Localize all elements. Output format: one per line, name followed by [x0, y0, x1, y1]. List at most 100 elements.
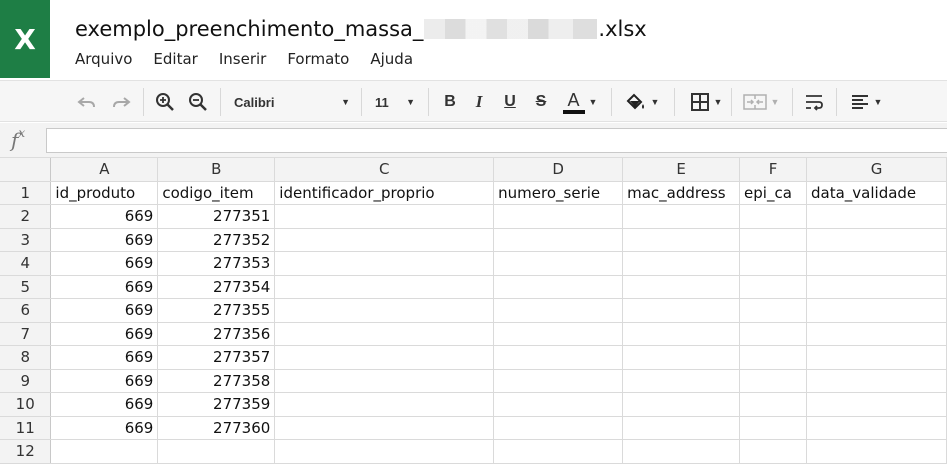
- cell[interactable]: [806, 228, 947, 252]
- cell[interactable]: 669: [50, 228, 159, 252]
- cell[interactable]: [739, 369, 807, 393]
- cell[interactable]: [493, 251, 624, 276]
- cell[interactable]: [493, 298, 624, 323]
- cell[interactable]: [274, 439, 495, 464]
- cell[interactable]: [622, 228, 741, 252]
- cell[interactable]: 669: [50, 322, 159, 346]
- column-header-f[interactable]: F: [739, 158, 807, 182]
- cell[interactable]: 277353: [157, 251, 276, 276]
- bold-button[interactable]: B: [440, 89, 460, 115]
- cell[interactable]: [739, 204, 807, 229]
- row-header[interactable]: 4: [0, 251, 52, 276]
- cell[interactable]: [806, 204, 947, 229]
- cell[interactable]: [493, 416, 624, 440]
- row-header[interactable]: 1: [0, 181, 52, 205]
- cell[interactable]: [493, 275, 624, 299]
- row-header[interactable]: 11: [0, 416, 52, 440]
- cell[interactable]: [622, 345, 741, 370]
- menu-item-formato[interactable]: Formato: [287, 50, 349, 70]
- underline-button[interactable]: U: [500, 89, 520, 115]
- cell[interactable]: [274, 322, 495, 346]
- cell[interactable]: [806, 298, 947, 323]
- column-header-b[interactable]: B: [157, 158, 276, 182]
- cell[interactable]: [157, 439, 276, 464]
- cell[interactable]: 669: [50, 251, 159, 276]
- zoom-out-button[interactable]: [186, 89, 210, 115]
- row-header[interactable]: 5: [0, 275, 52, 299]
- cell[interactable]: 277356: [157, 322, 276, 346]
- cell[interactable]: 669: [50, 345, 159, 370]
- menu-item-editar[interactable]: Editar: [153, 50, 197, 70]
- cell[interactable]: 669: [50, 416, 159, 440]
- row-header[interactable]: 3: [0, 228, 52, 252]
- cell[interactable]: [274, 298, 495, 323]
- header-cell[interactable]: numero_serie: [493, 181, 624, 205]
- italic-button[interactable]: I: [469, 89, 489, 115]
- cell[interactable]: [622, 392, 741, 417]
- header-cell[interactable]: identificador_proprio: [274, 181, 495, 205]
- cell[interactable]: [274, 204, 495, 229]
- cell[interactable]: 277352: [157, 228, 276, 252]
- font-family-dropdown[interactable]: Calibri ▼: [234, 89, 350, 115]
- cell[interactable]: [622, 275, 741, 299]
- cell[interactable]: [739, 439, 807, 464]
- column-header-a[interactable]: A: [50, 158, 159, 182]
- cell[interactable]: 669: [50, 298, 159, 323]
- cell[interactable]: [739, 345, 807, 370]
- cell[interactable]: [806, 251, 947, 276]
- cell[interactable]: [806, 322, 947, 346]
- cell[interactable]: [622, 322, 741, 346]
- row-header[interactable]: 9: [0, 369, 52, 393]
- column-header-c[interactable]: C: [274, 158, 495, 182]
- cell[interactable]: [622, 298, 741, 323]
- cell[interactable]: [739, 275, 807, 299]
- cell[interactable]: [739, 416, 807, 440]
- wrap-text-button[interactable]: [802, 89, 826, 115]
- zoom-in-button[interactable]: [153, 89, 177, 115]
- cell[interactable]: 277351: [157, 204, 276, 229]
- cell[interactable]: [806, 392, 947, 417]
- text-color-dropdown[interactable]: A ▼: [560, 89, 600, 115]
- merge-cells-dropdown[interactable]: ▼: [739, 89, 783, 115]
- row-header[interactable]: 10: [0, 392, 52, 417]
- cell[interactable]: [622, 251, 741, 276]
- cell[interactable]: [493, 322, 624, 346]
- menu-item-inserir[interactable]: Inserir: [219, 50, 266, 70]
- menu-item-ajuda[interactable]: Ajuda: [370, 50, 413, 70]
- cell[interactable]: 277355: [157, 298, 276, 323]
- cell[interactable]: [739, 298, 807, 323]
- row-header[interactable]: 8: [0, 345, 52, 370]
- formula-input[interactable]: [46, 128, 947, 153]
- cell[interactable]: [493, 369, 624, 393]
- cell[interactable]: 669: [50, 392, 159, 417]
- cell[interactable]: [493, 345, 624, 370]
- cell[interactable]: [622, 439, 741, 464]
- header-cell[interactable]: mac_address: [622, 181, 741, 205]
- cell[interactable]: [274, 392, 495, 417]
- row-header[interactable]: 12: [0, 439, 52, 464]
- select-all-corner[interactable]: [0, 158, 52, 182]
- column-header-e[interactable]: E: [622, 158, 741, 182]
- cell[interactable]: [806, 345, 947, 370]
- menu-item-arquivo[interactable]: Arquivo: [75, 50, 132, 70]
- cell[interactable]: [622, 204, 741, 229]
- borders-dropdown[interactable]: ▼: [686, 89, 726, 115]
- cell[interactable]: 277354: [157, 275, 276, 299]
- cell[interactable]: [274, 416, 495, 440]
- cell[interactable]: 669: [50, 369, 159, 393]
- cell[interactable]: [50, 439, 159, 464]
- strikethrough-button[interactable]: S: [531, 89, 551, 115]
- cell[interactable]: [806, 439, 947, 464]
- cell[interactable]: 277359: [157, 392, 276, 417]
- cell[interactable]: [739, 228, 807, 252]
- row-header[interactable]: 7: [0, 322, 52, 346]
- redo-button[interactable]: [110, 89, 132, 115]
- cell[interactable]: [622, 369, 741, 393]
- header-cell[interactable]: codigo_item: [157, 181, 276, 205]
- cell[interactable]: [806, 369, 947, 393]
- cell[interactable]: 277357: [157, 345, 276, 370]
- cell[interactable]: [493, 204, 624, 229]
- cell[interactable]: [493, 392, 624, 417]
- cell[interactable]: [806, 275, 947, 299]
- document-title[interactable]: exemplo_preenchimento_massa_ .xlsx: [75, 14, 647, 44]
